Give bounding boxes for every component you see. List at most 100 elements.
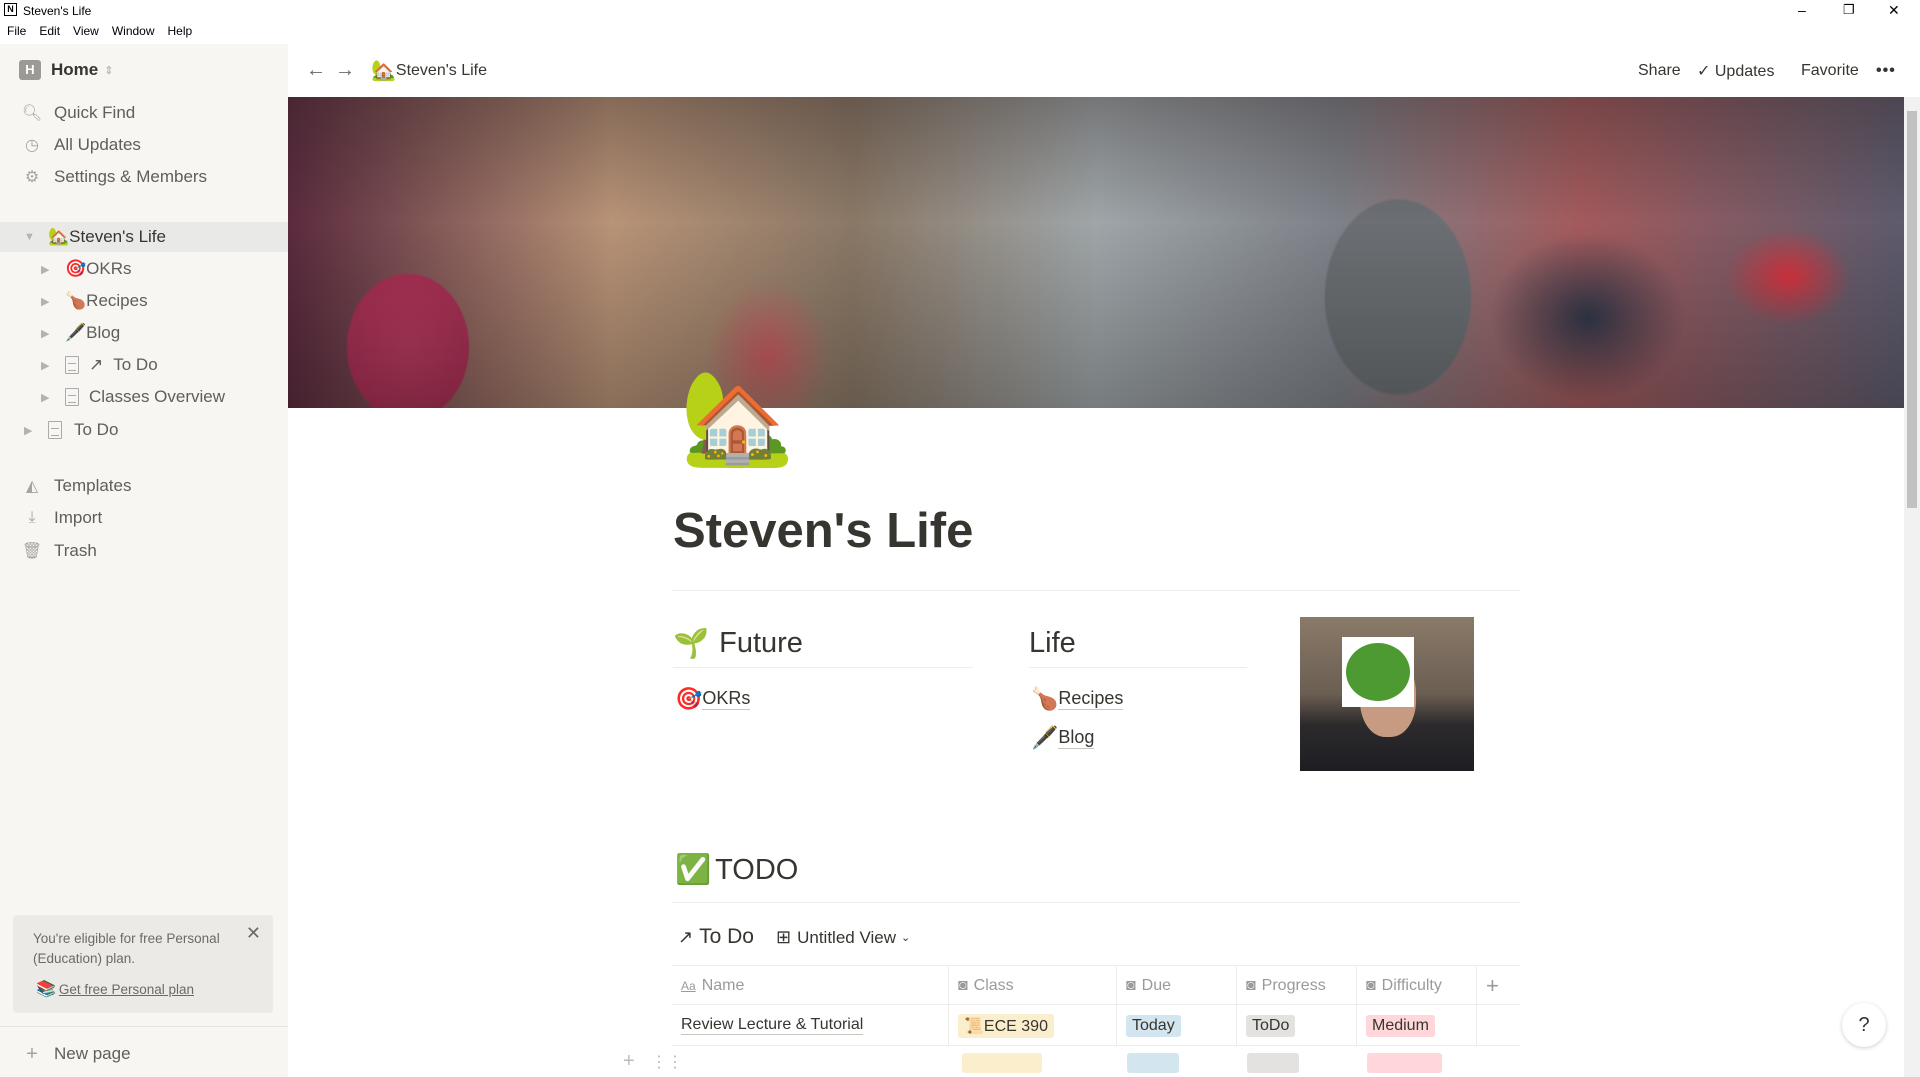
chevron-down-icon: ⌄ (901, 932, 911, 944)
database-title[interactable]: ↗ To Do (678, 925, 754, 949)
frog-icon (1346, 643, 1410, 701)
menu-help[interactable]: Help (168, 24, 193, 38)
minimize-button[interactable]: – (1798, 2, 1806, 18)
page-icon (48, 421, 62, 439)
more-options-button[interactable]: ••• (1876, 62, 1896, 80)
add-block-icon[interactable]: + (623, 1050, 635, 1073)
page-icon-house[interactable]: 🏡 (680, 368, 795, 468)
tag-label: ECE 390 (983, 1017, 1048, 1035)
updates-button[interactable]: ✓ Updates (1697, 61, 1774, 81)
column-header-class[interactable]: ◙ Class (949, 966, 1117, 1005)
sidebar-import[interactable]: ⤓ Import (0, 503, 288, 533)
sidebar-templates[interactable]: ◭ Templates (0, 471, 288, 501)
expand-triangle-icon[interactable]: ▶ (24, 424, 38, 437)
menu-file[interactable]: File (7, 24, 26, 38)
promo-link[interactable]: 📚 Get free Personal plan (36, 979, 194, 999)
table-row[interactable]: Review Lecture & Tutorial 📜ECE 390 Today… (672, 1005, 1520, 1046)
column-header-due[interactable]: ◙ Due (1117, 966, 1237, 1005)
sidebar-page-okrs[interactable]: ▶ 🎯 OKRs (0, 254, 288, 284)
link-blog[interactable]: 🖋️ Blog (1031, 725, 1095, 751)
maximize-button[interactable]: ❐ (1843, 2, 1855, 18)
link-recipes[interactable]: 🍗 Recipes (1031, 686, 1124, 712)
expand-triangle-icon[interactable]: ▶ (41, 263, 55, 276)
close-icon[interactable]: ✕ (246, 923, 261, 944)
back-arrow-icon[interactable]: ← (306, 59, 326, 82)
sidebar-settings[interactable]: ⚙ Settings & Members (0, 162, 288, 192)
table-row-partial[interactable] (672, 1047, 1520, 1077)
frog-sticker (1342, 637, 1414, 707)
expand-triangle-icon[interactable]: ▶ (41, 359, 55, 372)
sidebar-item-label: To Do (74, 420, 119, 439)
sidebar-item-label: Recipes (86, 291, 148, 310)
expand-triangle-icon[interactable]: ▶ (41, 295, 55, 308)
menu-view[interactable]: View (73, 24, 99, 38)
expand-triangle-icon[interactable]: ▼ (24, 231, 38, 243)
select-type-icon: ◙ (958, 976, 968, 994)
link-okrs[interactable]: 🎯 OKRs (675, 686, 751, 712)
expand-triangle-icon[interactable]: ▶ (41, 327, 55, 340)
cell-difficulty[interactable]: Medium (1357, 1005, 1477, 1046)
progress-tag: ToDo (1246, 1014, 1296, 1037)
add-column-button[interactable]: + (1477, 966, 1520, 1005)
cell-due[interactable]: Today (1117, 1005, 1237, 1046)
top-bar: ← → 🏡 Steven's Life Share ✓ Updates Favor… (288, 44, 1904, 97)
profile-image[interactable] (1300, 617, 1474, 771)
expand-triangle-icon[interactable]: ▶ (41, 391, 55, 404)
column-label: Difficulty (1381, 976, 1442, 994)
sidebar-item-label: Classes Overview (89, 387, 226, 406)
upgrade-promo: You're eligible for free Personal (Educa… (13, 915, 273, 1013)
column-header-difficulty[interactable]: ◙ Difficulty (1357, 966, 1477, 1005)
sidebar-page-blog[interactable]: ▶ 🖋️ Blog (0, 318, 288, 348)
house-icon: 🏡 (48, 227, 70, 246)
divider (0, 1026, 288, 1027)
todo-heading: ✅ TODO (675, 853, 798, 887)
help-button[interactable]: ? (1842, 1003, 1886, 1047)
cell-class[interactable]: 📜ECE 390 (949, 1005, 1117, 1046)
sidebar-page-classes-overview[interactable]: ▶ Classes Overview (0, 382, 288, 412)
menu-bar: File Edit View Window Help (0, 24, 1920, 44)
cell-name[interactable]: Review Lecture & Tutorial (672, 1005, 949, 1046)
sidebar-item-label: All Updates (54, 135, 141, 154)
forward-arrow-icon[interactable]: → (335, 59, 355, 82)
sidebar-all-updates[interactable]: ◷ All Updates (0, 130, 288, 160)
menu-window[interactable]: Window (112, 24, 155, 38)
workspace-switcher[interactable]: H Home ⇕ (0, 55, 288, 85)
updown-chevron-icon: ⇕ (104, 64, 114, 77)
row-name: Review Lecture & Tutorial (681, 1016, 864, 1035)
class-tag (962, 1053, 1042, 1073)
class-tag: 📜ECE 390 (958, 1013, 1054, 1038)
sidebar-trash[interactable]: 🗑︎ Trash (0, 536, 288, 566)
sidebar-item-label: Templates (54, 476, 132, 495)
sidebar-item-label: Import (54, 508, 103, 527)
favorite-button[interactable]: Favorite (1801, 62, 1859, 80)
search-icon: 🔍︎ (21, 105, 43, 122)
new-page-button[interactable]: + New page (0, 1039, 288, 1069)
updates-label: Updates (1714, 62, 1775, 80)
close-button[interactable]: ✕ (1888, 2, 1900, 19)
link-label: Blog (1058, 727, 1095, 749)
menu-edit[interactable]: Edit (39, 24, 60, 38)
breadcrumb[interactable]: 🏡 Steven's Life (371, 58, 487, 83)
cover-image[interactable] (288, 97, 1904, 408)
sidebar-page-stevens-life[interactable]: ▼ 🏡 Steven's Life (0, 222, 288, 252)
sidebar-item-label: Settings & Members (54, 167, 208, 186)
view-switcher[interactable]: ⊞ Untitled View ⌄ (776, 927, 910, 948)
pen-icon: 🖋️ (1031, 725, 1059, 750)
scrollbar[interactable] (1904, 97, 1920, 1077)
cell-progress[interactable]: ToDo (1237, 1005, 1357, 1046)
sidebar-page-todo-link[interactable]: ▶ ↗ To Do (0, 350, 288, 380)
scrollbar-thumb[interactable] (1907, 111, 1917, 508)
sidebar-page-recipes[interactable]: ▶ 🍗 Recipes (0, 286, 288, 316)
divider (672, 902, 1520, 903)
sidebar-quick-find[interactable]: 🔍︎ Quick Find (0, 98, 288, 128)
share-button[interactable]: Share (1638, 62, 1681, 80)
column-label: Class (973, 976, 1014, 994)
table-icon: ⊞ (776, 927, 792, 947)
sidebar-page-todo[interactable]: ▶ To Do (0, 415, 288, 445)
sidebar-item-label: Steven's Life (69, 227, 166, 246)
page-title[interactable]: Steven's Life (673, 503, 973, 559)
house-icon: 🏡 (371, 60, 396, 82)
column-header-progress[interactable]: ◙ Progress (1237, 966, 1357, 1005)
column-header-name[interactable]: Aa Name (672, 966, 949, 1005)
drag-handle-icon[interactable]: ⋮⋮ (651, 1052, 683, 1072)
